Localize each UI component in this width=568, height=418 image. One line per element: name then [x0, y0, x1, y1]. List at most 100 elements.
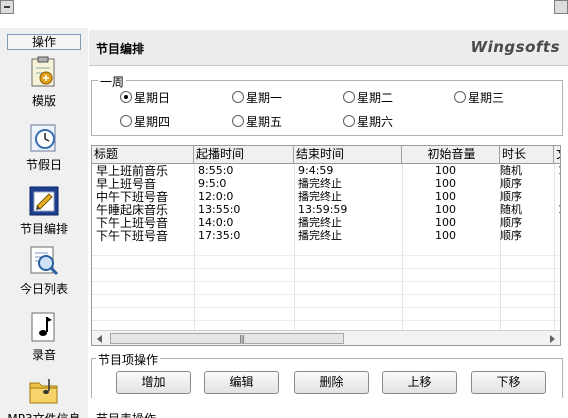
- cell-title: 下午下班号音: [96, 230, 169, 242]
- table-row[interactable]: 下午上班号音 14:0:0 播完终止 100 顺序: [92, 217, 560, 230]
- radio-label: 星期四: [134, 114, 171, 129]
- sidebar-item-label: 节目编排: [19, 222, 68, 236]
- scrollbar-grip-icon: |||: [239, 334, 245, 343]
- sidebar-item-label: 节假日: [25, 158, 62, 172]
- brand-logo: Wingsofts: [470, 38, 560, 56]
- table-row[interactable]: 午睡起床音乐 13:55:0 13:59:59 100 随机 1: [92, 204, 560, 217]
- cell-end: 9:4:59: [298, 165, 334, 177]
- radio-dot[interactable]: [232, 91, 244, 103]
- radio-wednesday[interactable]: 星期三: [454, 89, 504, 105]
- cell-end: 播完终止: [298, 191, 342, 203]
- item-operations-legend: 节目项操作: [96, 351, 161, 368]
- cell-duration: 顺序: [500, 217, 522, 229]
- radio-friday[interactable]: 星期五: [232, 113, 282, 129]
- today-list-icon: [30, 246, 59, 276]
- cell-volume: 100: [435, 230, 456, 242]
- delete-button[interactable]: 删除: [294, 371, 369, 394]
- column-header-end[interactable]: 结束时间: [294, 146, 402, 164]
- cell-volume: 100: [435, 165, 456, 177]
- window-close-icon[interactable]: [554, 0, 568, 14]
- radio-label: 星期六: [357, 114, 394, 129]
- sidebar-item-label: 录音: [31, 348, 56, 362]
- scroll-right-icon[interactable]: [545, 332, 559, 345]
- cell-start: 17:35:0: [198, 230, 241, 242]
- column-header-volume[interactable]: 初始音量: [402, 146, 500, 164]
- table-header: 标题 起播时间 结束时间 初始音量 时长 文: [92, 146, 560, 164]
- move-down-button[interactable]: 下移: [471, 371, 546, 394]
- sidebar-item-record[interactable]: 录音: [0, 310, 88, 363]
- cell-start: 12:0:0: [198, 191, 234, 203]
- template-icon: [31, 56, 55, 87]
- cell-title: 下午上班号音: [96, 217, 169, 229]
- add-button[interactable]: 增加: [116, 371, 191, 394]
- item-operations-group: 节目项操作 增加 编辑 删除 上移 下移: [91, 351, 563, 398]
- week-group: 一周 星期日 星期一 星期二 星期三 星期四 星期五 星期六: [91, 73, 563, 136]
- schedule-operations-legend: 节目表操作: [96, 410, 156, 418]
- radio-thursday[interactable]: 星期四: [120, 113, 170, 129]
- sidebar-item-mp3-info[interactable]: MP3文件信息: [0, 374, 88, 418]
- edit-button[interactable]: 编辑: [204, 371, 279, 394]
- table-row[interactable]: 下午下班号音 17:35:0 播完终止 100 顺序: [92, 230, 560, 243]
- column-header-duration[interactable]: 时长: [500, 146, 554, 164]
- radio-dot[interactable]: [454, 91, 466, 103]
- radio-dot[interactable]: [343, 115, 355, 127]
- table-row[interactable]: 早上班号音 9:5:0 播完终止 100 顺序: [92, 178, 560, 191]
- cell-end: 播完终止: [298, 230, 342, 242]
- radio-dot[interactable]: [120, 91, 132, 103]
- cell-duration: 顺序: [500, 191, 522, 203]
- program-table: 标题 起播时间 结束时间 初始音量 时长 文 早上班前音乐 8:55:0 9:4…: [91, 145, 561, 346]
- cell-duration: 随机: [500, 165, 522, 177]
- column-header-file[interactable]: 文: [554, 146, 560, 164]
- page-header: 节目编排 Wingsofts: [89, 30, 568, 66]
- week-group-legend: 一周: [98, 73, 127, 90]
- column-header-title[interactable]: 标题: [92, 146, 194, 164]
- sidebar-item-label: 今日列表: [19, 282, 68, 296]
- cell-title: 早上班号音: [96, 178, 157, 190]
- radio-label: 星期三: [468, 90, 505, 105]
- cell-start: 13:55:0: [198, 204, 241, 216]
- cell-volume: 100: [435, 191, 456, 203]
- move-up-button[interactable]: 上移: [382, 371, 457, 394]
- radio-tuesday[interactable]: 星期二: [343, 89, 393, 105]
- cell-title: 午睡起床音乐: [96, 204, 169, 216]
- sidebar-item-label: MP3文件信息: [0, 410, 88, 418]
- cell-duration: 顺序: [500, 178, 522, 190]
- cell-end: 播完终止: [298, 178, 342, 190]
- scrollbar-thumb[interactable]: |||: [110, 333, 344, 344]
- cell-start: 8:55:0: [198, 165, 234, 177]
- sidebar-item-program-schedule[interactable]: 节目编排: [0, 184, 88, 237]
- cell-end: 13:59:59: [298, 204, 348, 216]
- cell-volume: 100: [435, 217, 456, 229]
- holiday-clock-icon: [30, 124, 56, 152]
- sidebar-item-today-list[interactable]: 今日列表: [0, 244, 88, 297]
- table-row[interactable]: 早上班前音乐 8:55:0 9:4:59 100 随机 1: [92, 165, 560, 178]
- mp3-folder-icon: [29, 379, 58, 404]
- radio-dot[interactable]: [232, 115, 244, 127]
- radio-label: 星期五: [246, 114, 283, 129]
- radio-monday[interactable]: 星期一: [232, 89, 282, 105]
- radio-sunday[interactable]: 星期日: [120, 89, 170, 105]
- page-title: 节目编排: [96, 42, 145, 56]
- table-body: 早上班前音乐 8:55:0 9:4:59 100 随机 1 早上班号音 9:5:…: [92, 164, 560, 330]
- cell-title: 早上班前音乐: [96, 165, 169, 177]
- radio-label: 星期二: [357, 90, 394, 105]
- sidebar-header: 操作: [7, 34, 81, 50]
- radio-dot[interactable]: [343, 91, 355, 103]
- horizontal-scrollbar[interactable]: |||: [92, 330, 560, 345]
- cell-duration: 顺序: [500, 230, 522, 242]
- cell-file: 1: [558, 204, 560, 216]
- cell-volume: 100: [435, 204, 456, 216]
- scroll-left-icon[interactable]: [93, 332, 107, 345]
- column-header-start[interactable]: 起播时间: [194, 146, 294, 164]
- cell-end: 播完终止: [298, 217, 342, 229]
- table-row[interactable]: 中午下班号音 12:0:0 播完终止 100 顺序: [92, 191, 560, 204]
- cell-volume: 100: [435, 178, 456, 190]
- program-schedule-icon: [29, 186, 59, 216]
- record-icon: [31, 312, 55, 342]
- radio-dot[interactable]: [120, 115, 132, 127]
- cell-title: 中午下班号音: [96, 191, 169, 203]
- window-menu-icon[interactable]: [0, 0, 14, 14]
- sidebar-item-holiday[interactable]: 节假日: [0, 120, 88, 173]
- sidebar-item-template[interactable]: 模版: [0, 56, 88, 109]
- radio-saturday[interactable]: 星期六: [343, 113, 393, 129]
